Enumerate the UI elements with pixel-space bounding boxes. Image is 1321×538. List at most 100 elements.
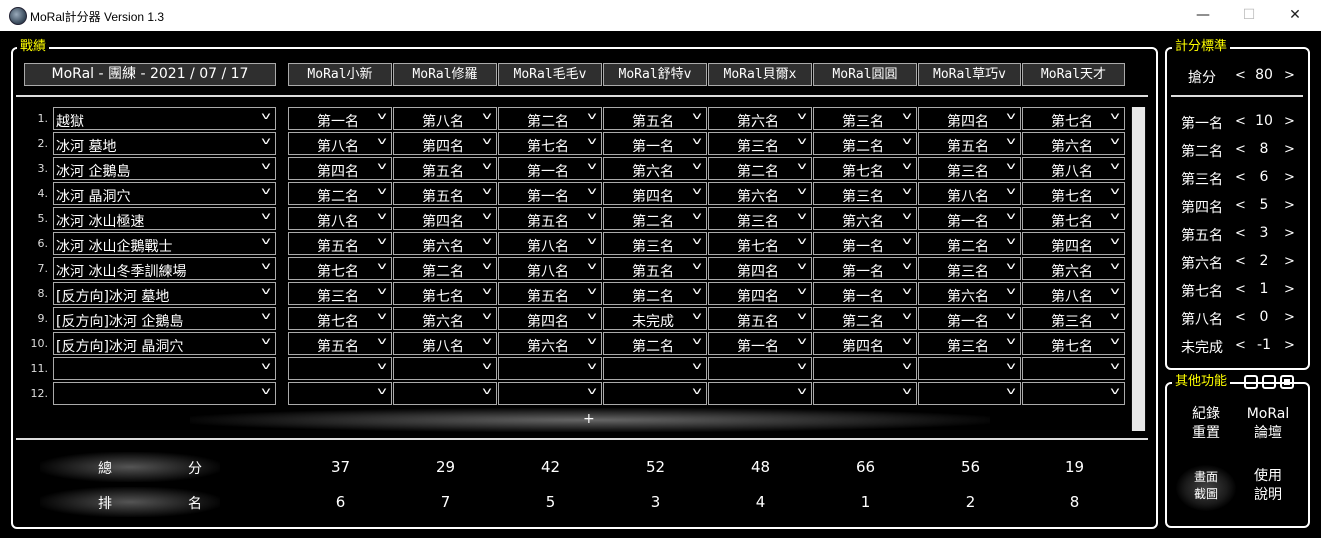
rank-select[interactable]: 第四名 v (288, 157, 392, 180)
rank-select[interactable]: v (393, 357, 497, 380)
rank-select[interactable]: 第三名 v (1022, 307, 1125, 330)
decrease-button[interactable]: < (1235, 226, 1246, 241)
decrease-button[interactable]: < (1235, 338, 1246, 353)
rank-select[interactable]: 第五名 v (603, 107, 707, 130)
restore-box-icon[interactable] (1262, 375, 1276, 389)
rank-select[interactable]: 第五名 v (288, 232, 392, 255)
map-select[interactable]: 冰河 晶洞穴 v (53, 182, 276, 205)
rank-select[interactable]: 第二名 v (603, 207, 707, 230)
rank-select[interactable]: 第五名 v (498, 207, 602, 230)
increase-button[interactable]: > (1284, 170, 1295, 185)
rank-select[interactable]: 第三名 v (918, 257, 1021, 280)
rank-select[interactable]: 第五名 v (708, 307, 812, 330)
rank-select[interactable]: 第一名 v (708, 332, 812, 355)
rank-select[interactable]: v (498, 382, 602, 405)
rank-select[interactable]: 第六名 v (393, 232, 497, 255)
rank-select[interactable]: 第六名 v (708, 182, 812, 205)
rank-select[interactable]: 第七名 v (1022, 107, 1125, 130)
decrease-button[interactable]: < (1235, 114, 1246, 129)
map-select[interactable]: 冰河 冰山極速 v (53, 207, 276, 230)
reset-records-button[interactable]: 紀錄 重置 (1176, 405, 1236, 451)
forum-button[interactable]: MoRal 論壇 (1238, 405, 1298, 451)
player-header[interactable]: MoRal毛毛v (498, 63, 602, 86)
decrease-button[interactable]: < (1235, 310, 1246, 325)
rank-select[interactable]: 第四名 v (708, 257, 812, 280)
rank-select[interactable]: 第六名 v (1022, 257, 1125, 280)
rank-select[interactable]: 未完成 v (603, 307, 707, 330)
rank-select[interactable]: v (1022, 357, 1125, 380)
decrease-button[interactable]: < (1235, 282, 1246, 297)
rank-select[interactable]: 第四名 v (813, 332, 917, 355)
increase-button[interactable]: > (1284, 254, 1295, 269)
rank-select[interactable]: 第二名 v (603, 282, 707, 305)
map-select[interactable]: 冰河 冰山冬季訓練場 v (53, 257, 276, 280)
minimize-box-icon[interactable] (1244, 375, 1258, 389)
increase-button[interactable]: > (1284, 114, 1295, 129)
map-select[interactable]: [反方向]冰河 晶洞穴 v (53, 332, 276, 355)
rank-select[interactable]: 第七名 v (393, 282, 497, 305)
session-date-header[interactable]: MoRal - 團練 - 2021 / 07 / 17 (24, 63, 276, 86)
rank-select[interactable]: 第二名 v (813, 132, 917, 155)
map-select[interactable]: 冰河 冰山企鵝戰士 v (53, 232, 276, 255)
rank-select[interactable]: 第三名 v (708, 207, 812, 230)
rank-select[interactable]: 第六名 v (918, 282, 1021, 305)
rank-select[interactable]: 第二名 v (393, 257, 497, 280)
player-header[interactable]: MoRal天才 (1022, 63, 1125, 86)
rank-select[interactable]: 第一名 v (813, 282, 917, 305)
close-button[interactable]: ✕ (1272, 0, 1318, 31)
rank-select[interactable]: 第一名 v (498, 157, 602, 180)
rank-select[interactable]: v (813, 382, 917, 405)
rank-select[interactable]: 第七名 v (288, 257, 392, 280)
rank-select[interactable]: 第八名 v (1022, 157, 1125, 180)
map-select[interactable]: 越獄 v (53, 107, 276, 130)
rank-select[interactable]: 第二名 v (918, 232, 1021, 255)
map-select[interactable]: v (53, 382, 276, 405)
rank-select[interactable]: 第二名 v (288, 182, 392, 205)
rank-select[interactable]: 第七名 v (1022, 332, 1125, 355)
rank-select[interactable]: 第一名 v (813, 232, 917, 255)
increase-button[interactable]: > (1284, 282, 1295, 297)
decrease-button[interactable]: < (1235, 142, 1246, 157)
rank-select[interactable]: v (498, 357, 602, 380)
player-header[interactable]: MoRal貝爾x (708, 63, 812, 86)
snatch-decrease-button[interactable]: < (1235, 68, 1246, 83)
decrease-button[interactable]: < (1235, 170, 1246, 185)
rank-select[interactable]: 第三名 v (813, 182, 917, 205)
rank-select[interactable]: v (603, 357, 707, 380)
increase-button[interactable]: > (1284, 310, 1295, 325)
rank-select[interactable]: 第三名 v (918, 157, 1021, 180)
rank-select[interactable]: 第五名 v (393, 182, 497, 205)
rank-select[interactable]: 第八名 v (393, 332, 497, 355)
minimize-button[interactable]: — (1180, 0, 1226, 31)
rank-select[interactable]: 第四名 v (918, 107, 1021, 130)
rank-select[interactable]: v (918, 357, 1021, 380)
rank-select[interactable]: 第二名 v (603, 332, 707, 355)
rank-select[interactable]: 第八名 v (393, 107, 497, 130)
maximize-button[interactable]: ☐ (1226, 0, 1272, 31)
rank-select[interactable]: 第四名 v (393, 207, 497, 230)
rank-select[interactable]: 第一名 v (813, 257, 917, 280)
rank-select[interactable]: 第八名 v (288, 132, 392, 155)
rank-select[interactable]: 第二名 v (498, 107, 602, 130)
player-header[interactable]: MoRal小新 (288, 63, 392, 86)
map-select[interactable]: 冰河 企鵝島 v (53, 157, 276, 180)
rank-select[interactable]: 第八名 v (498, 232, 602, 255)
rank-select[interactable]: v (393, 382, 497, 405)
rank-select[interactable]: 第一名 v (288, 107, 392, 130)
map-select[interactable]: [反方向]冰河 墓地 v (53, 282, 276, 305)
rank-select[interactable]: 第八名 v (288, 207, 392, 230)
player-header[interactable]: MoRal草巧v (918, 63, 1021, 86)
rank-select[interactable]: 第四名 v (1022, 232, 1125, 255)
map-select[interactable]: v (53, 357, 276, 380)
rank-select[interactable]: 第五名 v (288, 332, 392, 355)
rank-select[interactable]: v (1022, 382, 1125, 405)
decrease-button[interactable]: < (1235, 198, 1246, 213)
screenshot-button[interactable]: 畫面 截圖 (1176, 465, 1236, 511)
rank-select[interactable]: 第五名 v (393, 157, 497, 180)
rank-select[interactable]: v (813, 357, 917, 380)
increase-button[interactable]: > (1284, 198, 1295, 213)
map-select[interactable]: [反方向]冰河 企鵝島 v (53, 307, 276, 330)
rank-select[interactable]: v (288, 382, 392, 405)
rank-select[interactable]: 第三名 v (603, 232, 707, 255)
rank-select[interactable]: 第六名 v (708, 107, 812, 130)
